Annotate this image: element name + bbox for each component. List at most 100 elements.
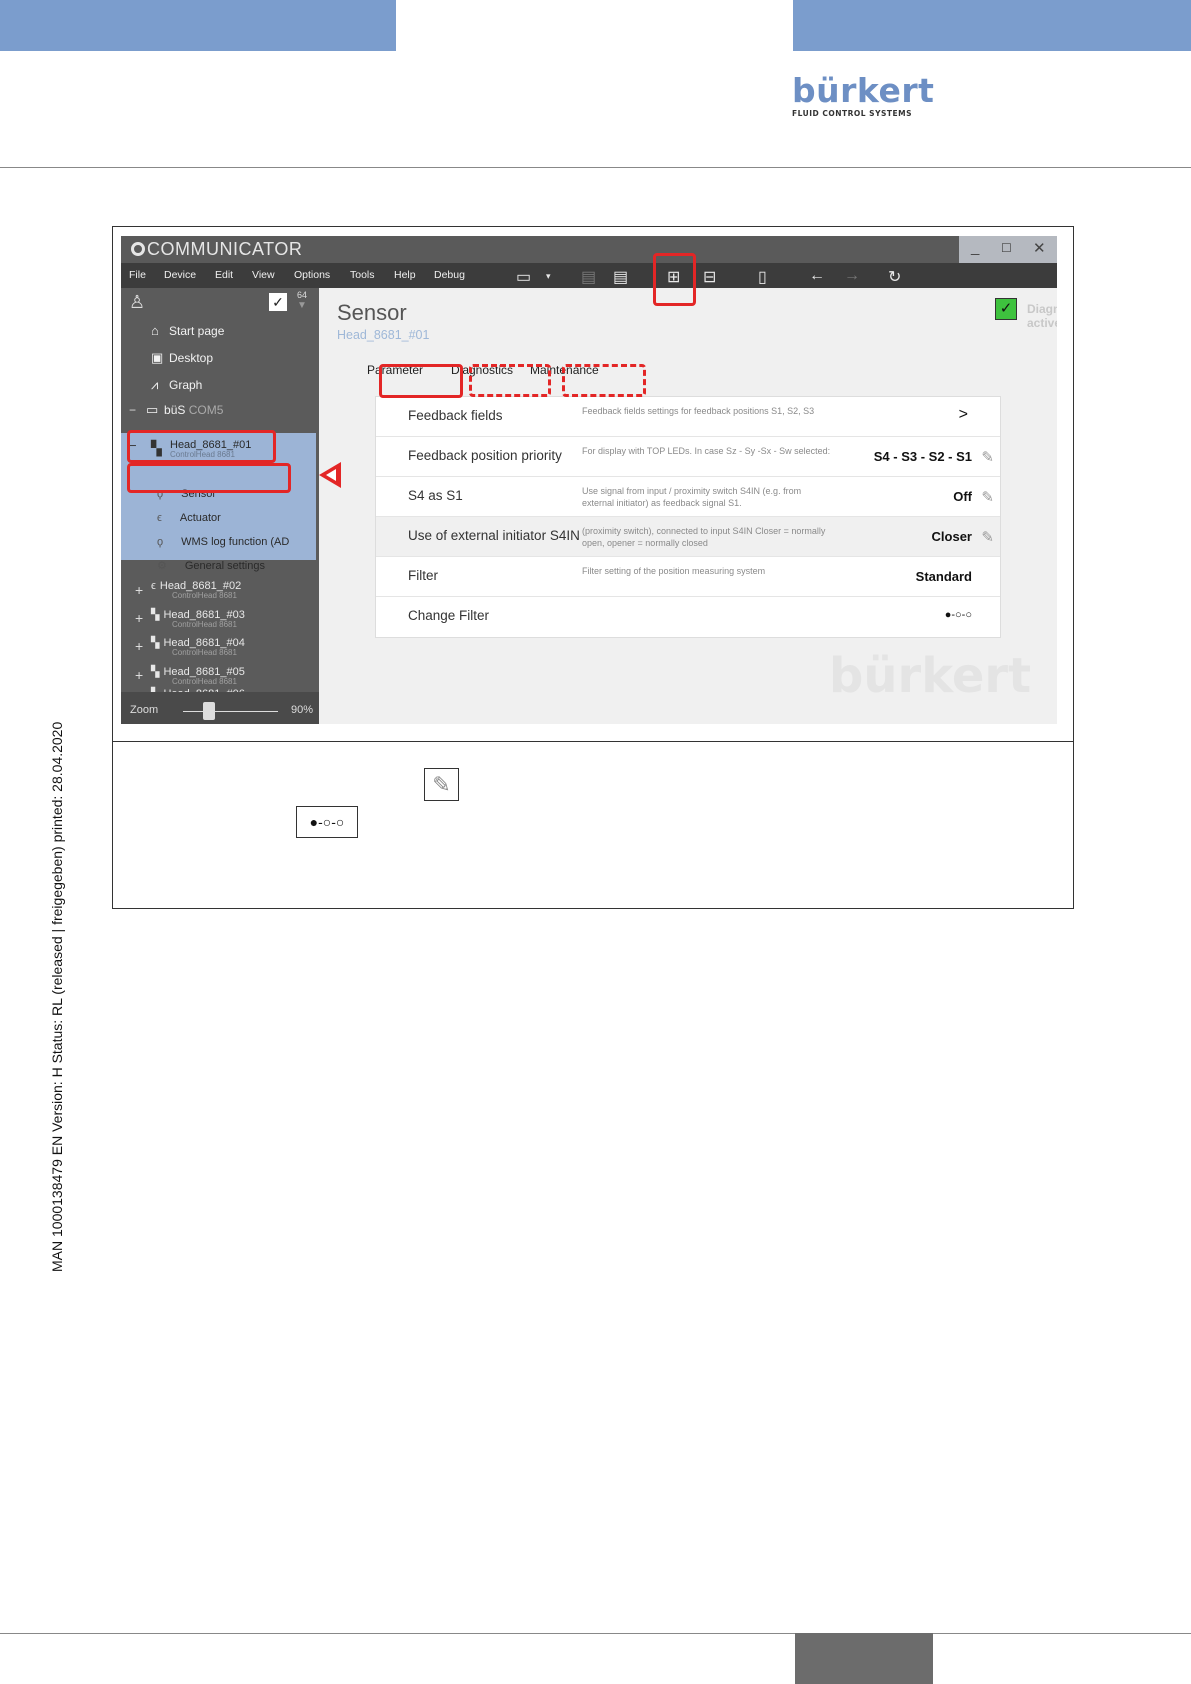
expand-icon[interactable]: + [135,638,143,654]
user-icon[interactable]: ♙ [129,292,145,313]
settings-icon: ⚙ [157,560,167,572]
sidebar: ♙ ✓ 64 ▼ ⌂ Start page ▣ Desktop ⩘ Graph − ▭ b… [121,288,319,724]
bus-label: büS [164,403,186,417]
menu-view[interactable]: View [252,269,275,281]
tree-device-03[interactable]: ▚ Head_8681_#03 ControlHead 8681 [151,608,245,629]
save-icon[interactable]: ▤ [613,267,628,287]
param-row[interactable]: Filter Filter setting of the position me… [376,557,1000,597]
highlight-sensor [127,463,291,493]
brand-name: bürkert [792,71,935,110]
param-value: S4 - S3 - S2 - S1 [873,449,972,464]
open-device-icon[interactable]: ▭ [516,267,531,287]
back-arrow-icon[interactable]: ← [809,267,825,285]
nav-start-page[interactable]: ⌂ Start page [151,323,224,338]
export-icon[interactable]: ▯ [758,267,767,287]
filter-steps-icon[interactable]: ●-○-○ [945,609,972,621]
nav-desktop[interactable]: ▣ Desktop [151,350,213,366]
pencil-icon[interactable]: ✎ [981,528,994,546]
pencil-icon[interactable]: ✎ [981,488,994,506]
menu-options[interactable]: Options [294,269,330,281]
tree-item-wms[interactable]: ϙ WMS log function (AD [157,536,289,548]
nav-graph-label: Graph [169,378,203,392]
legend-pencil-icon: ✎ [424,768,459,801]
bus-port: COM5 [188,403,224,417]
nav-graph[interactable]: ⩘ Graph [151,377,202,393]
app-title: COMMUNICATOR [131,239,302,260]
expand-icon[interactable]: + [135,667,143,683]
param-row[interactable]: Change Filter ●-○-○ [376,597,1000,637]
zoom-value: 90% [291,704,314,716]
filter-down-icon[interactable]: ▼ [297,300,307,311]
checkmark-icon[interactable]: ✓ [269,293,287,311]
actuator-device-icon: ϵ [151,580,156,592]
legend-filter-icon: ●-○-○ [296,806,358,838]
param-name: S4 as S1 [408,488,463,503]
page-subtitle: Head_8681_#01 [337,328,430,342]
tree-device-02[interactable]: ϵ Head_8681_#02 ControlHead 8681 [151,580,241,600]
menu-bar: File Device Edit View Options Tools Help… [121,263,1057,288]
param-row[interactable]: S4 as S1 Use signal from input / proximi… [376,477,1000,517]
pencil-icon[interactable]: ✎ [981,448,994,466]
forward-arrow-icon[interactable]: → [844,267,860,285]
footer-rule [0,1633,1191,1634]
maximize-button[interactable]: ☐ [1001,241,1012,255]
menu-debug[interactable]: Debug [434,269,465,281]
device-05-type: ControlHead 8681 [172,677,237,686]
user-count: 64 [297,290,308,300]
param-value: Standard [915,569,972,584]
close-button[interactable]: ✕ [1033,239,1046,257]
tree-device-05[interactable]: ▚ Head_8681_#05 ControlHead 8681 [151,665,245,686]
save-disabled-icon[interactable]: ▤ [581,267,596,287]
device-icon: ▚ [151,666,160,678]
collapse-icon[interactable]: − [129,403,136,417]
param-description: Feedback fields settings for feedback po… [582,406,815,416]
menu-edit[interactable]: Edit [215,269,233,281]
device-03-type: ControlHead 8681 [172,620,237,629]
bus-icon: ▭ [146,402,159,417]
tree-item-general[interactable]: ⚙ General settings [157,559,265,572]
menu-tools[interactable]: Tools [350,269,375,281]
zoom-track[interactable] [183,711,278,712]
highlight-tab-maintenance [562,364,646,397]
figure-divider [112,741,1074,742]
bus-node[interactable]: − ▭ büS COM5 [129,402,223,418]
device-02-type: ControlHead 8681 [172,591,237,600]
brand-tagline: FLUID CONTROL SYSTEMS [792,109,913,118]
burkert-logo: bürkert FLUID CONTROL SYSTEMS [792,71,935,119]
remove-device-icon[interactable]: ⊟ [703,267,716,287]
minimize-button[interactable]: _ [971,239,979,256]
device-04-type: ControlHead 8681 [172,648,237,657]
device-icon: ▚ [151,609,160,621]
tree-item-wms-label: WMS log function (AD [181,536,290,548]
dropdown-arrow-icon[interactable]: ▾ [546,271,551,282]
document-metadata: MAN 1000138479 EN Version: H Status: RL … [49,721,65,1272]
param-row[interactable]: Use of external initiator S4IN (proximit… [376,517,1000,557]
param-row[interactable]: Feedback fields Feedback fields settings… [376,397,1000,437]
watermark-logo: bürkert [829,648,1032,704]
diagnostics-label: Diagnostics active [1027,302,1057,330]
highlight-add-device [653,253,696,306]
menu-help[interactable]: Help [394,269,416,281]
refresh-icon[interactable]: ↻ [888,267,901,287]
param-row[interactable]: Feedback position priority For display w… [376,437,1000,477]
zoom-bar: Zoom 90% [121,692,319,724]
param-value: Closer [931,529,972,544]
desktop-icon: ▣ [151,350,164,365]
tree-item-actuator-label: Actuator [179,512,221,524]
highlight-device-01 [127,430,276,463]
param-name: Feedback position priority [408,448,562,463]
expand-icon[interactable]: + [135,582,143,598]
app-title-text: COMMUNICATOR [147,239,303,259]
tree-item-actuator[interactable]: ϵ Actuator [157,512,221,524]
menu-device[interactable]: Device [164,269,196,281]
header-bar-right [793,0,1191,51]
tree-device-04[interactable]: ▚ Head_8681_#04 ControlHead 8681 [151,636,245,657]
header-rule [0,167,1191,168]
diagnostics-check-icon[interactable]: ✓ [995,298,1017,320]
menu-file[interactable]: File [129,269,146,281]
param-description: Use signal from input / proximity switch… [582,486,802,508]
zoom-slider-thumb[interactable] [203,702,215,720]
nav-start-page-label: Start page [169,324,225,338]
page-title: Sensor [337,300,407,325]
expand-icon[interactable]: + [135,610,143,626]
